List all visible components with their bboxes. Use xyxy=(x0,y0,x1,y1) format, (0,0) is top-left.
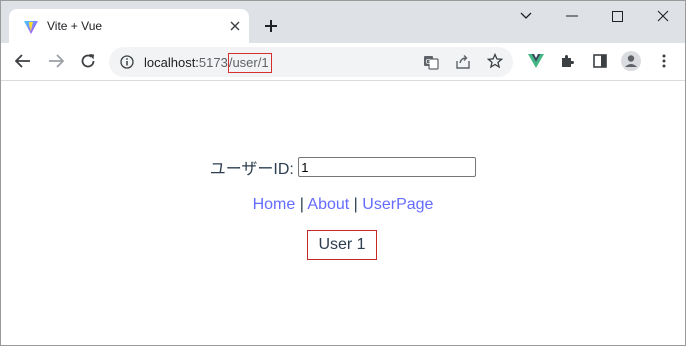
userid-row: ユーザーID: xyxy=(1,155,685,179)
translate-icon[interactable]: G xyxy=(423,54,439,75)
browser-toolbar: localhost:5173/user/1 G xyxy=(1,43,685,81)
tab-strip: Vite + Vue xyxy=(1,1,685,43)
userid-input[interactable] xyxy=(298,157,477,177)
bookmark-star-icon[interactable] xyxy=(486,52,504,74)
user-heading: User 1 xyxy=(307,230,377,260)
svg-text:G: G xyxy=(426,58,431,66)
tab-title: Vite + Vue xyxy=(47,19,103,33)
nav-links: Home | About | UserPage xyxy=(1,196,685,214)
vite-logo-icon xyxy=(23,19,39,35)
browser-window: Vite + Vue localhost:5173/user/1 G ユーザーI… xyxy=(0,0,686,346)
url-text[interactable]: localhost:5173/user/1 xyxy=(144,53,272,73)
reload-icon[interactable] xyxy=(77,50,99,72)
forward-arrow-icon[interactable] xyxy=(45,50,67,72)
url-host: localhost: xyxy=(144,55,199,70)
vue-devtools-icon[interactable] xyxy=(525,50,547,72)
share-icon[interactable] xyxy=(455,54,471,75)
page-content: ユーザーID: Home | About | UserPage User 1 xyxy=(1,81,685,345)
address-bar[interactable]: localhost:5173/user/1 G xyxy=(109,47,513,77)
nav-separator: | xyxy=(349,196,363,213)
nav-link-userpage[interactable]: UserPage xyxy=(362,196,433,213)
menu-kebab-icon[interactable] xyxy=(653,50,675,72)
new-tab-icon[interactable] xyxy=(259,14,283,38)
nav-link-home[interactable]: Home xyxy=(253,196,296,213)
back-arrow-icon[interactable] xyxy=(12,50,34,72)
tab-search-chevron-icon[interactable] xyxy=(511,5,541,27)
url-port: 5173 xyxy=(198,55,228,70)
profile-avatar-icon[interactable] xyxy=(620,50,642,72)
side-panel-icon[interactable] xyxy=(589,50,611,72)
minimize-icon[interactable] xyxy=(557,5,587,27)
browser-tab[interactable]: Vite + Vue xyxy=(9,9,249,43)
nav-separator: | xyxy=(295,196,308,213)
userid-label: ユーザーID: xyxy=(209,161,294,178)
site-info-icon[interactable] xyxy=(120,55,134,74)
url-path-highlight: /user/1 xyxy=(227,53,272,73)
close-tab-icon[interactable] xyxy=(227,18,243,34)
close-window-icon[interactable] xyxy=(648,5,678,27)
extensions-puzzle-icon[interactable] xyxy=(557,50,579,72)
nav-link-about[interactable]: About xyxy=(307,196,349,213)
maximize-icon[interactable] xyxy=(602,5,632,27)
